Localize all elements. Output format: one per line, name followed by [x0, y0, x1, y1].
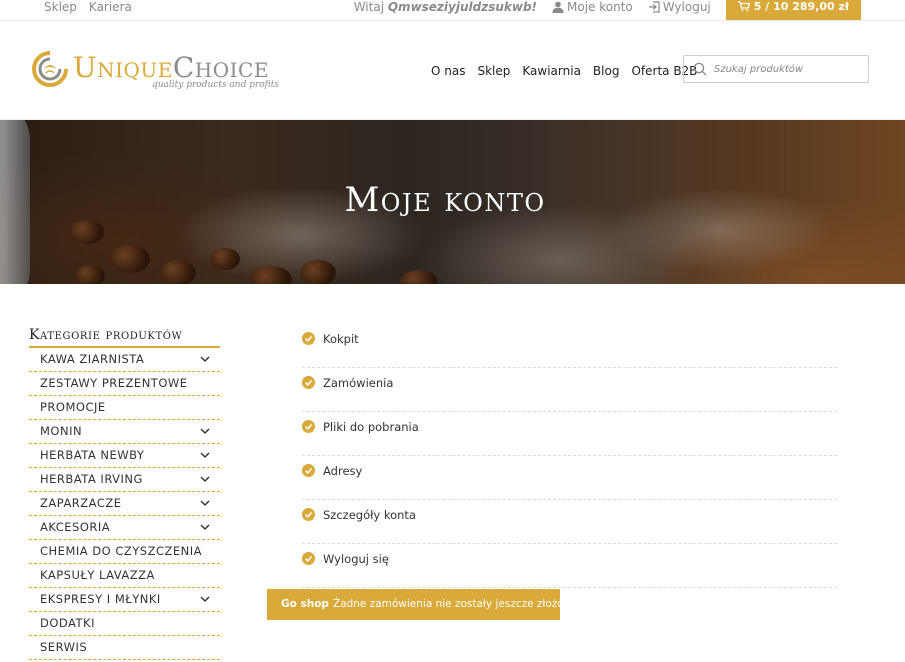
sidebar-title: Kategorie produktów: [29, 327, 220, 348]
logout-link[interactable]: Wyloguj: [648, 0, 711, 14]
account-menu-label: Zamówienia: [323, 376, 394, 390]
hero-bean-image: [400, 270, 438, 284]
category-label: Zestawy prezentowe: [40, 376, 188, 390]
sign-out-icon: [648, 1, 660, 13]
category-list: Kawa ziarnista Zestawy prezentowe Promocje…: [29, 348, 220, 660]
category-item[interactable]: Zestawy prezentowe: [29, 372, 220, 396]
top-left-links: Sklep Kariera: [44, 0, 132, 14]
check-circle-icon: [302, 332, 315, 345]
check-circle-icon: [302, 552, 315, 565]
search-icon[interactable]: [693, 62, 707, 76]
category-label: Kapsuły Lavazza: [40, 568, 155, 582]
hero-bean-image: [70, 220, 104, 244]
logo-mark-icon: [32, 51, 68, 87]
logout-label: Wyloguj: [662, 0, 711, 14]
check-circle-icon: [302, 420, 315, 433]
nav-o-nas[interactable]: O nas: [431, 64, 465, 78]
category-item[interactable]: Serwis: [29, 636, 220, 660]
top-bar: Sklep Kariera Witaj Qmwseziyjuldzsukwb! …: [0, 0, 905, 21]
go-shop-label: Go shop: [281, 598, 329, 610]
hero-bean-image: [160, 260, 196, 284]
cart-button[interactable]: 5 / 10 289,00 zł: [725, 0, 861, 20]
chevron-down-icon[interactable]: [200, 475, 210, 483]
category-label: Monin: [40, 424, 83, 438]
chevron-down-icon[interactable]: [200, 451, 210, 459]
category-item[interactable]: Kapsuły Lavazza: [29, 564, 220, 588]
account-menu-label: Szczegóły konta: [323, 508, 416, 522]
logo[interactable]: UniqueChoice quality products and profit…: [30, 49, 300, 97]
account-menu-item[interactable]: Szczegóły konta: [302, 500, 837, 544]
hero-bean-image: [210, 248, 240, 270]
account-menu-label: Kokpit: [323, 332, 359, 346]
category-label: Zaparzacze: [40, 496, 122, 510]
category-label: Promocje: [40, 400, 106, 414]
account-menu-item[interactable]: Wyloguj się: [302, 544, 837, 588]
category-label: Herbata Irving: [40, 472, 143, 486]
category-label: Kawa ziarnista: [40, 352, 145, 366]
category-item[interactable]: Dodatki: [29, 612, 220, 636]
nav-blog[interactable]: Blog: [593, 64, 620, 78]
account-navigation: Kokpit Zamówienia Pliki do pobrania Adresy S…: [302, 324, 837, 588]
nav-kawiarnia[interactable]: Kawiarnia: [522, 64, 581, 78]
category-item[interactable]: Akcesoria: [29, 516, 220, 540]
chevron-down-icon[interactable]: [200, 355, 210, 363]
hero-banner: Moje konto: [0, 120, 905, 284]
category-item[interactable]: Kawa ziarnista: [29, 348, 220, 372]
account-menu-item[interactable]: Pliki do pobrania: [302, 412, 837, 456]
category-label: Chemia do czyszczenia: [40, 544, 202, 558]
category-item[interactable]: Zaparzacze: [29, 492, 220, 516]
top-link-kariera[interactable]: Kariera: [89, 0, 132, 14]
category-label: Serwis: [40, 640, 88, 654]
category-item[interactable]: Monin: [29, 420, 220, 444]
notice-message: Żadne zamówienia nie zostały jeszcze zło…: [332, 598, 581, 610]
page-title: Moje konto: [344, 180, 546, 220]
category-label: Akcesoria: [40, 520, 111, 534]
check-circle-icon: [302, 464, 315, 477]
logo-tagline: quality products and profits: [152, 80, 279, 90]
chevron-down-icon[interactable]: [200, 427, 210, 435]
category-label: Dodatki: [40, 616, 95, 630]
cart-icon: [737, 1, 750, 12]
category-label: Herbata Newby: [40, 448, 145, 462]
top-link-sklep[interactable]: Sklep: [44, 0, 77, 14]
account-menu-item[interactable]: Kokpit: [302, 324, 837, 368]
my-account-link[interactable]: Moje konto: [552, 0, 633, 14]
top-right-links: Witaj Qmwseziyjuldzsukwb! Moje konto Wyl…: [354, 0, 861, 20]
check-circle-icon: [302, 376, 315, 389]
search-box: [683, 55, 869, 83]
nav-sklep[interactable]: Sklep: [477, 64, 510, 78]
account-menu-item[interactable]: Adresy: [302, 456, 837, 500]
welcome-prefix: Witaj: [353, 0, 385, 14]
category-label: Ekspresy i młynki: [40, 592, 161, 606]
check-circle-icon: [302, 508, 315, 521]
user-icon: [552, 1, 564, 13]
category-item[interactable]: Promocje: [29, 396, 220, 420]
account-menu-label: Adresy: [323, 464, 363, 478]
account-menu-item[interactable]: Zamówienia: [302, 368, 837, 412]
hero-bean-image: [250, 266, 292, 284]
welcome-text: Witaj Qmwseziyjuldzsukwb!: [354, 0, 537, 14]
hero-bean-image: [110, 245, 150, 273]
category-item[interactable]: Herbata Newby: [29, 444, 220, 468]
main-nav: O nas Sklep Kawiarnia Blog Oferta B2B: [431, 64, 697, 78]
go-shop-button[interactable]: Go shop: [281, 598, 333, 610]
account-menu-label: Pliki do pobrania: [323, 420, 419, 434]
search-input[interactable]: [714, 61, 864, 77]
category-item[interactable]: Herbata Irving: [29, 468, 220, 492]
category-sidebar: Kategorie produktów Kawa ziarnista Zestaw…: [29, 327, 220, 660]
site-header: UniqueChoice quality products and profit…: [0, 21, 905, 120]
category-item[interactable]: Chemia do czyszczenia: [29, 540, 220, 564]
account-menu-label: Wyloguj się: [323, 552, 389, 566]
username: Qmwseziyjuldzsukwb!: [387, 0, 538, 14]
chevron-down-icon[interactable]: [200, 499, 210, 507]
hero-bean-image: [300, 260, 336, 284]
my-account-label: Moje konto: [567, 0, 633, 14]
category-item[interactable]: Ekspresy i młynki: [29, 588, 220, 612]
chevron-down-icon[interactable]: [200, 595, 210, 603]
cart-summary: 5 / 10 289,00 zł: [753, 0, 849, 13]
hero-bean-image: [75, 265, 105, 284]
orders-notice: Go shop Żadne zamówienia nie zostały jesz…: [267, 589, 580, 620]
chevron-down-icon[interactable]: [200, 523, 210, 531]
